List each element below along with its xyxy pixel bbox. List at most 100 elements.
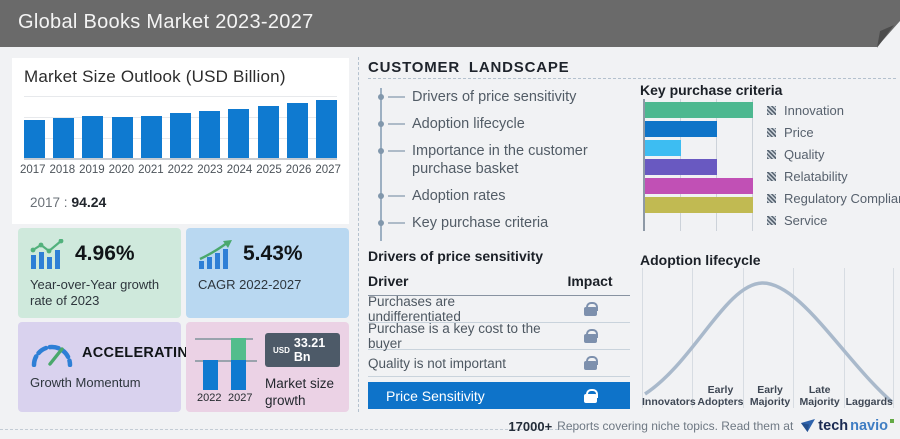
kpc-legend-item: Relatability	[767, 165, 900, 187]
driver-label: Quality is not important	[368, 356, 550, 371]
lock-icon	[584, 334, 597, 343]
kpc-legend-item: Service	[767, 209, 900, 231]
kpc-legend-item: Quality	[767, 143, 900, 165]
bar-2027-growth	[231, 338, 246, 360]
landscape-item: Key purchase criteria	[382, 214, 615, 232]
growth-value-badge: USD 33.21 Bn	[265, 333, 340, 367]
market-size-bar	[316, 100, 337, 158]
momentum-value: ACCELERATING	[82, 345, 200, 361]
customer-landscape-underline	[368, 78, 896, 79]
drivers-title: Drivers of price sensitivity	[368, 248, 543, 264]
cagr-card: 5.43% CAGR 2022-2027	[186, 228, 349, 318]
kpc-legend-item: Innovation	[767, 99, 900, 121]
lock-icon	[584, 361, 597, 370]
legend-label: Quality	[784, 147, 824, 162]
key-purchase-criteria-title: Key purchase criteria	[640, 82, 782, 98]
driver-row: Quality is not important	[368, 350, 630, 377]
adoption-stage-label: Early Majority	[745, 384, 795, 408]
legend-label: Relatability	[784, 169, 848, 184]
year-tick-label: 2018	[50, 164, 76, 176]
market-size-bar	[53, 118, 74, 158]
growth-label: Market size growth	[265, 375, 340, 409]
brand-tech: tech	[818, 418, 848, 434]
customer-landscape-title: CUSTOMER LANDSCAPE	[368, 59, 569, 76]
kpc-bar	[645, 197, 753, 213]
legend-label: Innovation	[784, 103, 844, 118]
cagr-label: CAGR 2022-2027	[198, 277, 337, 293]
growth-year-start: 2022	[197, 392, 221, 404]
year-tick-label: 2024	[227, 164, 253, 176]
market-size-base-note: 2017 : 94.24	[30, 194, 106, 210]
market-size-bar	[228, 109, 249, 158]
report-count: 17000+	[508, 419, 552, 434]
market-size-bar	[112, 117, 133, 158]
growth-momentum-card: ACCELERATING Growth Momentum	[18, 322, 181, 412]
legend-marker-icon	[767, 172, 776, 181]
kpc-bars	[643, 99, 753, 231]
kpc-legend: Innovation Price Quality Relatability Regula…	[767, 99, 900, 231]
lock-icon	[584, 307, 597, 316]
legend-label: Regulatory Compliance	[784, 191, 900, 206]
kpc-legend-item: Price	[767, 121, 900, 143]
market-size-title: Market Size Outlook (USD Billion)	[24, 67, 286, 87]
footer-text: Reports covering niche topics. Read them…	[557, 419, 793, 433]
driver-row: Purchases are undifferentiated	[368, 296, 630, 323]
growth-arrow-icon	[198, 239, 234, 269]
market-size-bar	[82, 116, 103, 158]
year-tick-label: 2025	[256, 164, 282, 176]
driver-column-header: Driver	[368, 273, 550, 289]
legend-marker-icon	[767, 128, 776, 137]
legend-label: Price	[784, 125, 814, 140]
year-tick-label: 2019	[79, 164, 105, 176]
market-size-bars	[24, 96, 337, 160]
footer-divider	[0, 429, 578, 430]
landscape-item: Adoption rates	[382, 187, 615, 205]
speedometer-icon	[30, 339, 74, 367]
price-sensitivity-label: Price Sensitivity	[368, 388, 550, 404]
market-size-growth-card: 2022 2027 USD 33.21 Bn Market size growt…	[186, 322, 349, 412]
market-size-panel: Market Size Outlook (USD Billion) 2017 20…	[12, 58, 349, 224]
year-tick-label: 2017	[20, 164, 46, 176]
key-purchase-criteria-chart: Innovation Price Quality Relatability Regula…	[643, 99, 900, 231]
landscape-item: Adoption lifecycle	[382, 115, 615, 133]
growth-mini-chart: 2022 2027	[195, 330, 257, 404]
impact-column-header: Impact	[550, 273, 630, 289]
yoy-value: 4.96%	[75, 242, 135, 266]
market-size-bar	[199, 111, 220, 158]
year-tick-label: 2023	[197, 164, 223, 176]
customer-landscape-list: Drivers of price sensitivity Adoption lif…	[380, 88, 615, 241]
brand-green-mark	[890, 419, 894, 423]
year-tick-label: 2021	[138, 164, 164, 176]
market-size-bar	[287, 103, 308, 158]
base-value: 94.24	[71, 194, 106, 210]
driver-label: Purchase is a key cost to the buyer	[368, 321, 550, 351]
yoy-growth-card: 4.96% Year-over-Year growth rate of 2023	[18, 228, 181, 318]
drivers-table-rows: Purchases are undifferentiatedPurchase i…	[368, 296, 630, 377]
legend-marker-icon	[767, 150, 776, 159]
landscape-item: Importance in the customer purchase bask…	[382, 142, 615, 178]
market-size-bar	[170, 113, 191, 158]
drivers-table: Driver Impact Purchases are undifferenti…	[368, 270, 630, 409]
bar-2022	[203, 360, 218, 390]
market-size-bar	[258, 106, 279, 158]
technavio-arrow-icon	[801, 419, 816, 433]
bar-trend-icon	[30, 239, 66, 269]
adoption-lifecycle-title: Adoption lifecycle	[640, 252, 761, 268]
kpc-legend-item: Regulatory Compliance	[767, 187, 900, 209]
market-size-year-axis: 2017201820192020202120222023202420252026…	[20, 164, 341, 176]
market-size-bar	[141, 116, 162, 158]
growth-amount: 33.21 Bn	[294, 336, 332, 364]
momentum-label: Growth Momentum	[30, 375, 169, 391]
legend-marker-icon	[767, 106, 776, 115]
growth-year-end: 2027	[228, 392, 252, 404]
technavio-logo[interactable]: tech navio	[801, 418, 894, 434]
column-divider	[358, 57, 359, 412]
brand-navio: navio	[850, 418, 888, 434]
landscape-item: Drivers of price sensitivity	[382, 88, 615, 106]
legend-marker-icon	[767, 194, 776, 203]
legend-label: Service	[784, 213, 827, 228]
adoption-stage-label: Early Adopters	[696, 384, 746, 408]
adoption-stage-label: Innovators	[642, 396, 696, 408]
kpc-bar	[645, 178, 753, 194]
market-size-bar	[24, 120, 45, 158]
